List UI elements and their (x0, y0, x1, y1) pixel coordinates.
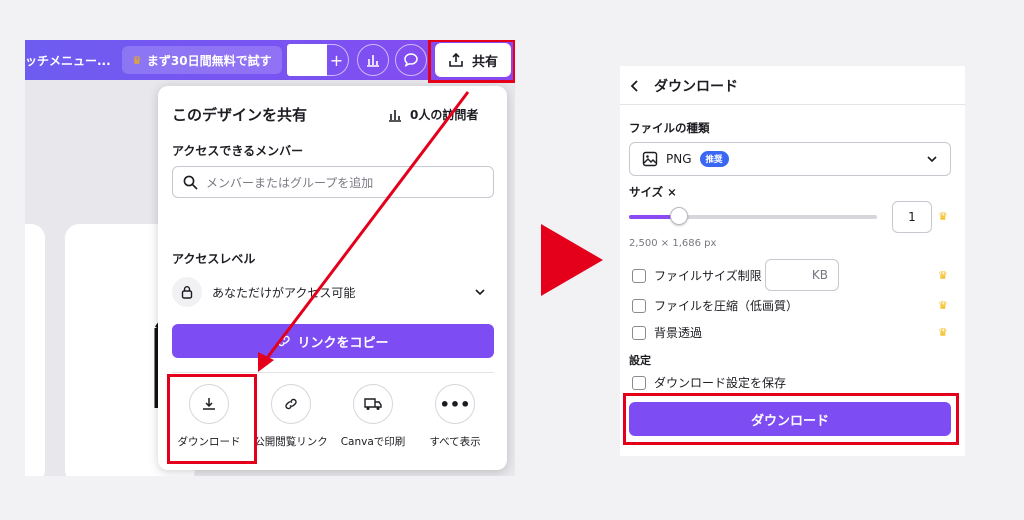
access-level-select[interactable]: あなただけがアクセス可能 (172, 274, 494, 310)
size-slider-thumb[interactable] (669, 207, 688, 225)
share-panel-title: このデザインを共有 (172, 106, 308, 124)
access-level-value: あなただけがアクセス可能 (212, 285, 356, 300)
visitors-label: 0人の訪問者 (410, 108, 479, 122)
size-slider[interactable] (629, 215, 877, 219)
access-members-label: アクセスできるメンバー (172, 144, 304, 158)
bar-chart-icon (389, 109, 401, 122)
plus-icon: + (329, 50, 344, 70)
compress-checkbox[interactable]: ファイルを圧縮（低画質） (632, 297, 798, 314)
print-option[interactable]: Canvaで印刷 (333, 384, 413, 454)
file-type-value: PNG (666, 152, 692, 166)
recommended-badge: 推奨 (699, 151, 729, 167)
public-link-label: 公開閲覧リンク (254, 436, 328, 448)
share-highlight-box (428, 40, 515, 83)
transparent-bg-label: 背景透過 (654, 326, 703, 340)
checkbox-box[interactable] (632, 298, 646, 313)
share-screenshot: ッチメニュー... ♛ まず30日間無料で試す + 共有 お このデザインを共有… (25, 40, 515, 476)
download-button-highlight-box (623, 393, 959, 445)
access-level-label: アクセスレベル (172, 252, 256, 266)
free-trial-button[interactable]: ♛ まず30日間無料で試す (122, 46, 282, 74)
back-header[interactable]: ダウンロード (630, 76, 738, 96)
size-limit-label: ファイルサイズ制限 (654, 269, 762, 283)
transparent-bg-checkbox[interactable]: 背景透過 (632, 324, 702, 341)
size-limit-checkbox[interactable]: ファイルサイズ制限 (632, 267, 762, 284)
crown-icon: ♛ (132, 53, 142, 67)
member-search-input[interactable]: メンバーまたはグループを追加 (172, 166, 494, 198)
copy-link-label: リンクをコピー (297, 335, 389, 351)
menu-text[interactable]: ッチメニュー... (25, 52, 111, 69)
image-icon (642, 151, 658, 167)
size-scale-input[interactable]: 1 (892, 201, 932, 233)
link-icon (271, 384, 311, 424)
checkbox-box[interactable] (632, 375, 646, 390)
copy-link-button[interactable]: リンクをコピー (172, 324, 494, 358)
collaborator-avatar[interactable] (287, 44, 327, 76)
free-trial-label: まず30日間無料で試す (146, 53, 272, 68)
comment-button[interactable] (395, 44, 427, 76)
crown-icon: ♛ (938, 299, 948, 312)
show-all-option[interactable]: ••• すべて表示 (415, 384, 495, 454)
checkbox-box[interactable] (632, 268, 646, 283)
insights-button[interactable] (357, 44, 389, 76)
dimensions-text: 2,500 × 1,686 px (629, 238, 717, 249)
search-icon (183, 175, 198, 190)
settings-label: 設定 (629, 354, 651, 367)
download-panel-title: ダウンロード (654, 79, 738, 95)
transition-arrow-icon (541, 224, 603, 296)
file-type-select[interactable]: PNG 推奨 (629, 142, 951, 176)
comment-icon (404, 53, 418, 68)
crown-icon: ♛ (938, 210, 948, 223)
file-type-label: ファイルの種類 (629, 121, 710, 135)
lock-icon (172, 277, 202, 307)
size-label: サイズ × (629, 185, 677, 199)
print-option-label: Canvaで印刷 (340, 436, 406, 448)
bar-chart-icon (367, 55, 379, 67)
divider (172, 372, 494, 373)
canvas-text: お (131, 472, 155, 476)
compress-label: ファイルを圧縮（低画質） (654, 299, 799, 313)
public-link-option[interactable]: 公開閲覧リンク (251, 384, 331, 454)
page-card[interactable] (25, 224, 45, 476)
save-settings-label: ダウンロード設定を保存 (654, 376, 787, 390)
show-all-label: すべて表示 (429, 436, 481, 448)
chevron-down-icon (927, 156, 937, 163)
download-highlight-box (167, 374, 257, 464)
crown-icon: ♛ (938, 269, 948, 282)
save-settings-checkbox[interactable]: ダウンロード設定を保存 (632, 374, 786, 391)
chevron-down-icon (475, 289, 485, 296)
divider (620, 104, 965, 105)
kb-input[interactable]: KB (765, 259, 839, 291)
truck-icon (353, 384, 393, 424)
crown-icon: ♛ (938, 326, 948, 339)
link-icon (278, 335, 291, 347)
more-icon: ••• (435, 384, 475, 424)
checkbox-box[interactable] (632, 325, 646, 340)
add-collaborator-button[interactable]: + (325, 44, 349, 76)
search-placeholder: メンバーまたはグループを追加 (206, 175, 374, 190)
chevron-left-icon (630, 80, 638, 92)
visitors-count[interactable]: 0人の訪問者 (388, 106, 478, 123)
